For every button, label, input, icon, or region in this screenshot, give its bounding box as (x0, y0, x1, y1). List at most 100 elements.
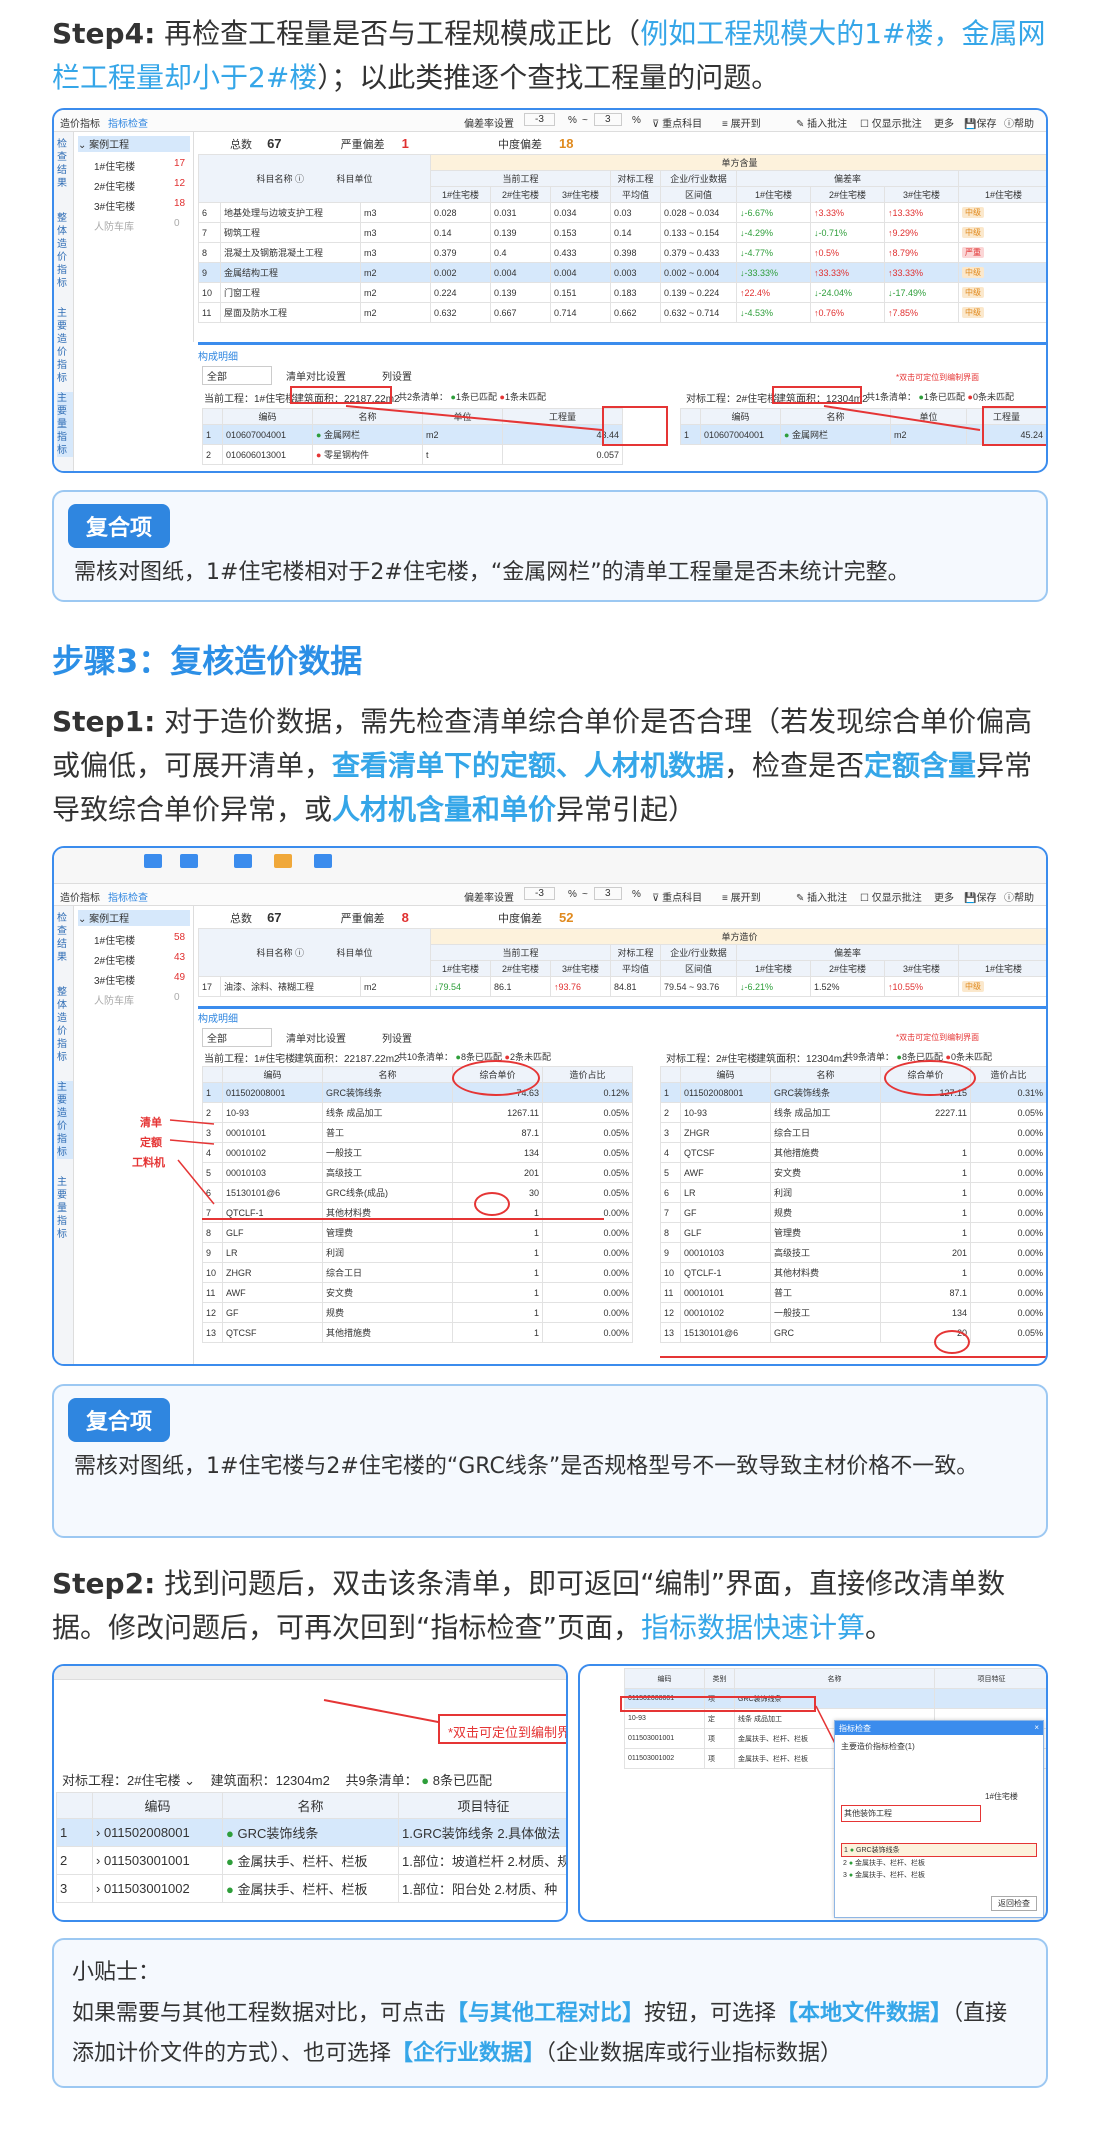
column-setting-button[interactable]: 列设置 (382, 368, 412, 383)
dialog-list-item[interactable]: 3 ● 金属扶手、栏杆、栏板 (841, 1869, 1037, 1881)
compare-setting-button[interactable]: 清单对比设置 (286, 368, 346, 383)
side-nav-check-result[interactable]: 检查结果 (57, 912, 73, 964)
deviation-low-input[interactable]: -3 (524, 887, 555, 900)
compare-setting-button[interactable]: 清单对比设置 (286, 1030, 346, 1045)
table-row[interactable]: 11 屋面及防水工程 m2 0.632 0.667 0.714 0.662 0.632 ~ 0… (198, 302, 1046, 323)
table-row[interactable]: 10 QTCLF-1 其他材料费 1 0.00% (660, 1262, 1046, 1283)
table-row[interactable]: 9 LR 利润 1 0.00% (202, 1242, 633, 1263)
dialog-list-item[interactable]: 1 ● GRC装饰线条 (841, 1843, 1037, 1857)
close-icon[interactable]: × (1034, 1723, 1039, 1732)
save-button[interactable]: 💾保存 (964, 115, 996, 130)
table-row[interactable]: 7 砌筑工程 m3 0.14 0.139 0.153 0.14 0.133 ~ 0.154 ↓-… (198, 222, 1046, 243)
table-row[interactable]: 17 油漆、涂料、裱糊工程 m2 ↓79.54 86.1 ↑93.76 84.8… (198, 976, 1046, 997)
table-row[interactable]: 13 15130101@6 GRC 20 0.05% (660, 1322, 1046, 1343)
table-row[interactable]: 10 门窗工程 m2 0.224 0.139 0.151 0.183 0.139 ~ 0.22… (198, 282, 1046, 303)
tab-index-check[interactable]: 指标检查 (108, 889, 148, 904)
splitter[interactable] (198, 1006, 1046, 1009)
key-item-button[interactable]: ⊽ 重点科目 (652, 889, 702, 904)
ribbon-icon[interactable] (314, 854, 332, 868)
side-nav-overall[interactable]: 整体造价指标 (57, 212, 73, 290)
status-badge: 中级 (962, 981, 984, 992)
cell-name: 管理费 (770, 1222, 881, 1243)
table-row[interactable]: 6 15130101@6 GRC线条(成品) 30 0.05% (202, 1182, 633, 1203)
table-row[interactable]: 9 00010103 高级技工 201 0.00% (660, 1242, 1046, 1263)
table-row[interactable]: 5 AWF 安文费 1 0.00% (660, 1162, 1046, 1183)
filter-select[interactable]: 全部 (202, 1028, 272, 1047)
table-row[interactable]: 8 GLF 管理费 1 0.00% (202, 1222, 633, 1243)
tree-item-garage[interactable]: 人防车库 0 (94, 218, 190, 233)
help-button[interactable]: ⓘ帮助 (1004, 115, 1034, 130)
tab-cost-index[interactable]: 造价指标 (60, 115, 100, 130)
tab-index-check[interactable]: 指标检查 (108, 115, 148, 130)
table-row[interactable]: 2 10-93 线条 成品加工 2227.11 0.05% (660, 1102, 1046, 1123)
tree-item-building-1[interactable]: 1#住宅楼 58 (94, 932, 190, 947)
side-nav-main-qty[interactable]: 主要量指标 (57, 392, 73, 457)
table-row[interactable]: 1 010607004001 ● 金属网栏 m2 43.44 (202, 424, 623, 445)
table-row[interactable]: 4 00010102 一般技工 134 0.05% (202, 1142, 633, 1163)
col-b2: 2#住宅楼 (490, 186, 551, 203)
table-row[interactable]: 8 GLF 管理费 1 0.00% (660, 1222, 1046, 1243)
table-row[interactable]: 2 › 011503001001 ● 金属扶手、栏杆、栏板 1.部位：坡道栏杆 2.材… (56, 1846, 566, 1875)
table-row[interactable]: 9 金属结构工程 m2 0.002 0.004 0.004 0.003 0.002 ~ 0.0… (198, 262, 1046, 283)
ribbon-icon[interactable] (274, 854, 292, 868)
tree-item-building-1[interactable]: 1#住宅楼 17 (94, 158, 190, 173)
side-nav-main-qty[interactable]: 主要量指标 (57, 1176, 73, 1241)
table-row[interactable]: 11 AWF 安文费 1 0.00% (202, 1282, 633, 1303)
tree-item-building-3[interactable]: 3#住宅楼 49 (94, 972, 190, 987)
insert-note-button[interactable]: ✎ 插入批注 (796, 889, 847, 904)
table-row[interactable]: 6 LR 利润 1 0.00% (660, 1182, 1046, 1203)
table-row[interactable]: 3 00010101 普工 87.1 0.05% (202, 1122, 633, 1143)
table-row[interactable]: 12 00010102 一般技工 134 0.00% (660, 1302, 1046, 1323)
tab-cost-index[interactable]: 造价指标 (60, 889, 100, 904)
insert-note-button[interactable]: ✎ 插入批注 (796, 115, 847, 130)
table-row[interactable]: 7 GF 规费 1 0.00% (660, 1202, 1046, 1223)
ribbon-icon[interactable] (234, 854, 252, 868)
tree-item-garage[interactable]: 人防车库 0 (94, 992, 190, 1007)
table-row[interactable]: 13 QTCSF 其他措施费 1 0.00% (202, 1322, 633, 1343)
ribbon-icon[interactable] (180, 854, 198, 868)
more-button[interactable]: 更多 (934, 889, 954, 904)
filter-select[interactable]: 全部 (202, 366, 272, 385)
expand-to-button[interactable]: ≡ 展开到 (722, 115, 761, 130)
side-nav-overall[interactable]: 整体造价指标 (57, 986, 73, 1064)
deviation-low-input[interactable]: -3 (524, 113, 555, 126)
deviation-high-input[interactable]: 3 (594, 113, 622, 126)
table-row[interactable]: 4 QTCSF 其他措施费 1 0.00% (660, 1142, 1046, 1163)
key-item-button[interactable]: ⊽ 重点科目 (652, 115, 702, 130)
table-row[interactable]: 6 地基处理与边坡支护工程 m3 0.028 0.031 0.034 0.03 0.028 ~… (198, 202, 1046, 223)
table-row[interactable]: 11 00010101 普工 87.1 0.00% (660, 1282, 1046, 1303)
only-notes-checkbox[interactable]: ☐ 仅显示批注 (860, 889, 922, 904)
table-row[interactable]: 2 10-93 线条 成品加工 1267.11 0.05% (202, 1102, 633, 1123)
expand-to-button[interactable]: ≡ 展开到 (722, 889, 761, 904)
table-row[interactable]: 12 GF 规费 1 0.00% (202, 1302, 633, 1323)
dialog-list-item[interactable]: 2 ● 金属扶手、栏杆、栏板 (841, 1857, 1037, 1869)
save-button[interactable]: 💾保存 (964, 889, 996, 904)
cell-no: 10 (202, 1262, 223, 1283)
table-row[interactable]: 1 › 011502008001 ● GRC装饰线条 1.GRC装饰线条 2.具体做法 (56, 1818, 566, 1847)
step2-text: 。 (865, 1611, 894, 1644)
tree-root[interactable]: ⌄ 案例工程 (78, 910, 190, 926)
table-row[interactable]: 3 ZHGR 综合工日 0.00% (660, 1122, 1046, 1143)
only-notes-checkbox[interactable]: ☐ 仅显示批注 (860, 115, 922, 130)
table-row[interactable]: 3 › 011503001002 ● 金属扶手、栏杆、栏板 1.部位：阳台处 2.材质… (56, 1874, 566, 1903)
table-row[interactable]: 10 ZHGR 综合工日 1 0.00% (202, 1262, 633, 1283)
tree-item-building-2[interactable]: 2#住宅楼 43 (94, 952, 190, 967)
side-nav-main-cost[interactable]: 主要造价指标 (57, 1081, 73, 1159)
splitter[interactable] (198, 342, 1046, 345)
table-row[interactable]: 8 混凝土及钢筋混凝土工程 m3 0.379 0.4 0.433 0.398 0.379 ~ … (198, 242, 1046, 263)
tree-item-building-3[interactable]: 3#住宅楼 18 (94, 198, 190, 213)
table-row[interactable]: 5 00010103 高级技工 201 0.05% (202, 1162, 633, 1183)
ribbon-icon[interactable] (144, 854, 162, 868)
table-row[interactable]: 2 010606013001 ● 零星钢构件 t 0.057 (202, 444, 623, 465)
table-row[interactable]: 1 011502008001 GRC装饰线条 74.63 0.12% (202, 1082, 633, 1103)
table-row[interactable]: 1 011502008001 GRC装饰线条 127.15 0.31% (660, 1082, 1046, 1103)
help-button[interactable]: ⓘ帮助 (1004, 889, 1034, 904)
column-setting-button[interactable]: 列设置 (382, 1030, 412, 1045)
tree-item-building-2[interactable]: 2#住宅楼 12 (94, 178, 190, 193)
side-nav-check-result[interactable]: 检查结果 (57, 138, 73, 190)
back-to-check-button[interactable]: 返回检查 (991, 1896, 1037, 1911)
side-nav-main-cost[interactable]: 主要造价指标 (57, 307, 73, 385)
tree-root[interactable]: ⌄ 案例工程 (78, 136, 190, 152)
more-button[interactable]: 更多 (934, 115, 954, 130)
deviation-high-input[interactable]: 3 (594, 887, 622, 900)
